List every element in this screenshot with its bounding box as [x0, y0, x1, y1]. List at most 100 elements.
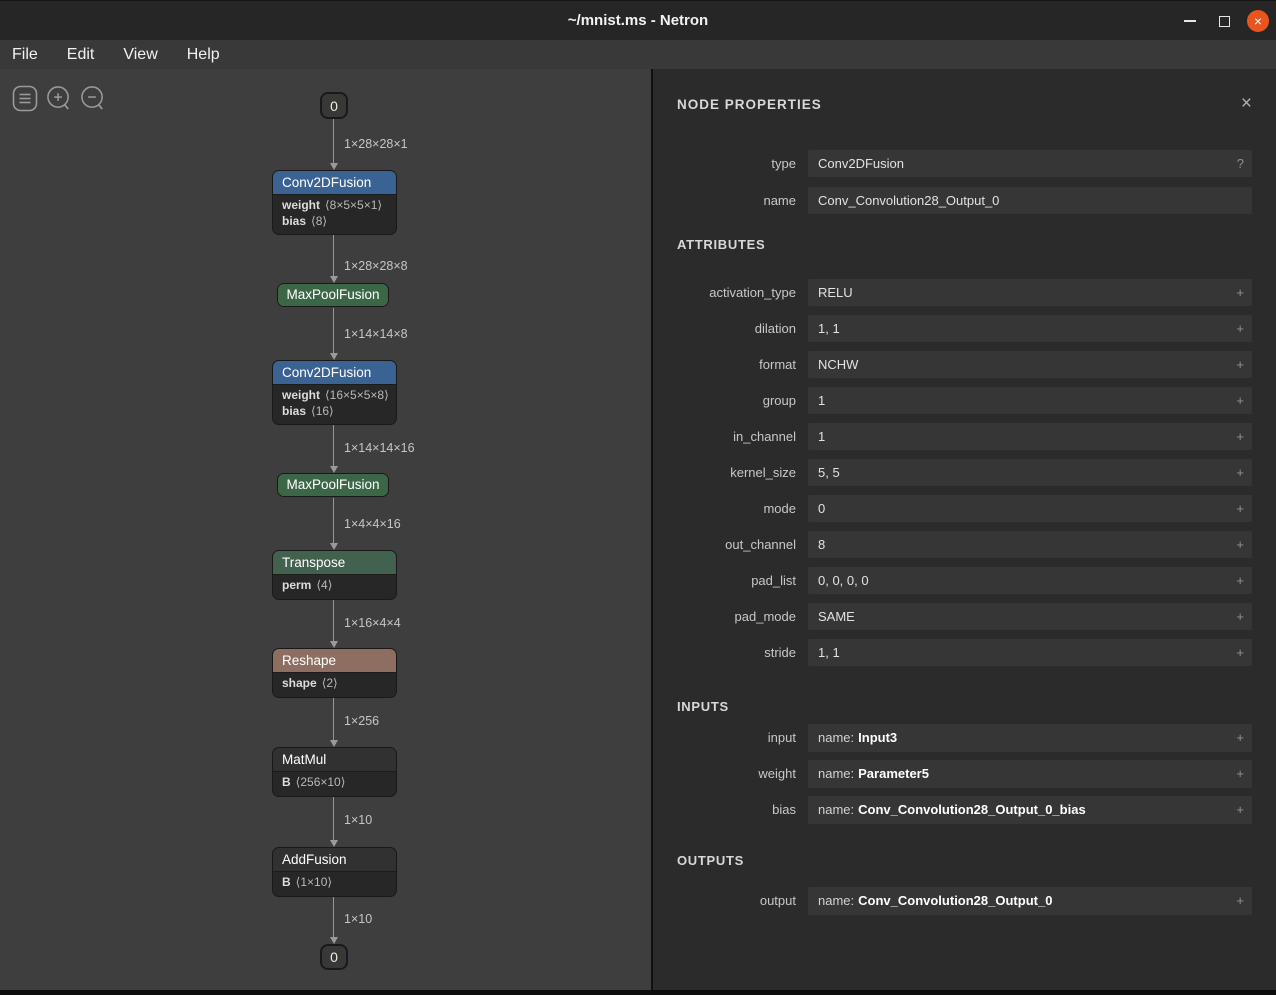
edge-label: 1×10 [344, 813, 372, 827]
graph-node-conv2dfusion-1[interactable]: Conv2DFusion weight⟨8×5×5×1⟩ bias⟨8⟩ [272, 170, 397, 235]
expand-icon[interactable]: + [1236, 639, 1244, 666]
input-value-box[interactable]: name:Input3 + [808, 724, 1252, 752]
graph-node-conv2dfusion-2[interactable]: Conv2DFusion weight⟨16×5×5×8⟩ bias⟨16⟩ [272, 360, 397, 425]
menu-help[interactable]: Help [183, 46, 224, 64]
expand-icon[interactable]: + [1236, 495, 1244, 522]
attribute-value-box[interactable]: 1 + [808, 387, 1252, 414]
edge-arrow-icon [330, 543, 338, 550]
inputs-section-title: INPUTS [677, 699, 1276, 716]
menu-edit[interactable]: Edit [63, 46, 99, 64]
minimize-icon [1184, 20, 1196, 22]
edge-arrow-icon [330, 937, 338, 944]
attribute-value-box[interactable]: 8 + [808, 531, 1252, 558]
attribute-value-box[interactable]: 1, 1 + [808, 315, 1252, 342]
panel-close-icon[interactable]: × [1241, 95, 1252, 113]
attributes-section-title: ATTRIBUTES [677, 237, 1276, 254]
panel-title: NODE PROPERTIES [677, 97, 822, 112]
model-properties-button[interactable] [12, 85, 38, 112]
attribute-value-box[interactable]: 0 + [808, 495, 1252, 522]
attribute-value-box[interactable]: NCHW + [808, 351, 1252, 378]
maximize-button[interactable] [1213, 10, 1235, 32]
edge-arrow-icon [330, 276, 338, 283]
attribute-row: out_channel 8 + [653, 531, 1252, 558]
edge-line [333, 231, 334, 277]
edge-label: 1×10 [344, 912, 372, 926]
menu-file[interactable]: File [8, 46, 42, 64]
attribute-value-box[interactable]: RELU + [808, 279, 1252, 306]
edge-label: 1×16×4×4 [344, 616, 401, 630]
expand-icon[interactable]: + [1236, 279, 1244, 306]
attribute-row: kernel_size 5, 5 + [653, 459, 1252, 486]
expand-icon[interactable]: + [1236, 351, 1244, 378]
graph-node-maxpoolfusion-1[interactable]: MaxPoolFusion [277, 283, 389, 307]
edge-label: 1×14×14×8 [344, 327, 408, 341]
edge-arrow-icon [330, 840, 338, 847]
node-title: MaxPoolFusion [286, 287, 379, 302]
input-row: input name:Input3 + [653, 724, 1252, 752]
edge-arrow-icon [330, 163, 338, 170]
expand-icon[interactable]: + [1236, 531, 1244, 558]
close-button[interactable]: × [1247, 10, 1269, 32]
attribute-value-box[interactable]: 5, 5 + [808, 459, 1252, 486]
attribute-value-box[interactable]: 1 + [808, 423, 1252, 450]
zoom-in-icon [46, 85, 72, 112]
graph-node-transpose[interactable]: Transpose perm⟨4⟩ [272, 550, 397, 600]
edge-line [333, 597, 334, 642]
type-value-box[interactable]: Conv2DFusion ? [808, 150, 1252, 177]
bottom-strip [0, 990, 1276, 995]
attribute-row: dilation 1, 1 + [653, 315, 1252, 342]
node-title: Reshape [282, 653, 336, 668]
attribute-value-box[interactable]: 0, 0, 0, 0 + [808, 567, 1252, 594]
attribute-value-box[interactable]: 1, 1 + [808, 639, 1252, 666]
graph-node-matmul[interactable]: MatMul B⟨256×10⟩ [272, 747, 397, 797]
maximize-icon [1219, 16, 1230, 27]
edge-label: 1×14×14×16 [344, 441, 415, 455]
expand-icon[interactable]: + [1236, 315, 1244, 342]
expand-icon[interactable]: + [1236, 567, 1244, 594]
graph-output-node[interactable]: 0 [320, 944, 348, 970]
expand-icon[interactable]: + [1236, 459, 1244, 486]
input-row: bias name:Conv_Convolution28_Output_0_bi… [653, 796, 1252, 824]
expand-icon[interactable]: + [1236, 387, 1244, 414]
edge-arrow-icon [330, 641, 338, 648]
output-value-box[interactable]: name:Conv_Convolution28_Output_0 + [808, 887, 1252, 915]
zoom-in-button[interactable] [46, 85, 72, 112]
name-value-box[interactable]: Conv_Convolution28_Output_0 [808, 187, 1252, 214]
graph-node-addfusion[interactable]: AddFusion B⟨1×10⟩ [272, 847, 397, 897]
expand-icon[interactable]: + [1236, 724, 1244, 752]
property-row-name: name Conv_Convolution28_Output_0 [653, 187, 1252, 214]
node-title: Transpose [282, 555, 345, 570]
attribute-row: stride 1, 1 + [653, 639, 1252, 666]
expand-icon[interactable]: + [1236, 603, 1244, 630]
input-value-box[interactable]: name:Conv_Convolution28_Output_0_bias + [808, 796, 1252, 824]
attribute-row: format NCHW + [653, 351, 1252, 378]
menubar: File Edit View Help [0, 40, 1276, 69]
minimize-button[interactable] [1179, 10, 1201, 32]
attribute-value-box[interactable]: SAME + [808, 603, 1252, 630]
edge-line [333, 422, 334, 467]
edge-arrow-icon [330, 740, 338, 747]
expand-icon[interactable]: + [1236, 796, 1244, 824]
node-title: MatMul [282, 752, 326, 767]
expand-icon[interactable]: + [1236, 760, 1244, 788]
help-icon[interactable]: ? [1237, 150, 1244, 177]
zoom-out-button[interactable] [80, 85, 106, 112]
graph-toolbar [12, 85, 106, 112]
menu-view[interactable]: View [119, 46, 161, 64]
node-properties-panel: NODE PROPERTIES × type Conv2DFusion ? na… [653, 69, 1276, 990]
graph-node-reshape[interactable]: Reshape shape⟨2⟩ [272, 648, 397, 698]
expand-icon[interactable]: + [1236, 887, 1244, 915]
input-value-box[interactable]: name:Parameter5 + [808, 760, 1252, 788]
close-icon: × [1254, 11, 1262, 32]
outputs-section-title: OUTPUTS [677, 853, 1276, 870]
node-title: AddFusion [282, 852, 347, 867]
graph-input-node[interactable]: 0 [320, 92, 348, 119]
node-title: Conv2DFusion [282, 175, 371, 190]
expand-icon[interactable]: + [1236, 423, 1244, 450]
window-controls: × [1179, 1, 1269, 41]
attribute-row: pad_mode SAME + [653, 603, 1252, 630]
graph-canvas[interactable]: 0 1×28×28×1 1×28×28×8 1×14×14×8 1×14×14×… [0, 69, 651, 990]
edge-arrow-icon [330, 353, 338, 360]
edge-label: 1×256 [344, 714, 379, 728]
graph-node-maxpoolfusion-2[interactable]: MaxPoolFusion [277, 473, 389, 497]
